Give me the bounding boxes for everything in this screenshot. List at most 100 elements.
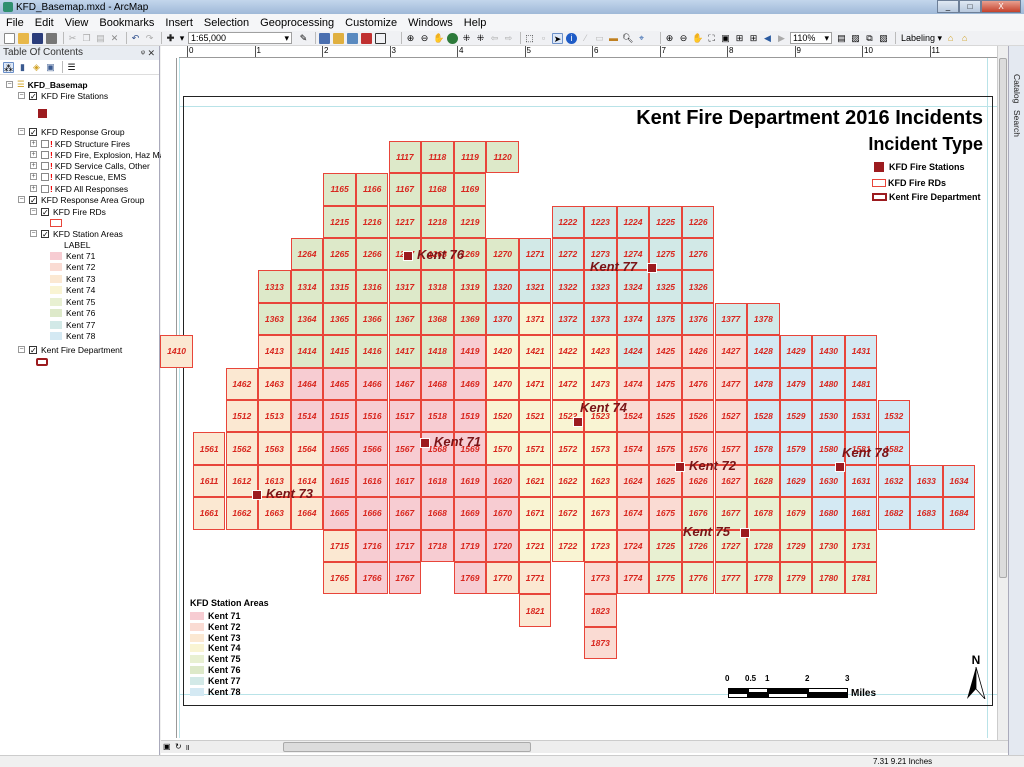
fire-rd-1573[interactable]: 1573 [584,432,617,465]
identify-icon[interactable]: i [566,32,577,44]
fire-rd-1473[interactable]: 1473 [584,367,617,400]
fire-rd-1622[interactable]: 1622 [551,464,585,498]
fire-rd-1821[interactable]: 1821 [518,594,552,627]
fire-rd-1615[interactable]: 1615 [323,464,356,498]
search-tab[interactable]: Search [1012,108,1022,139]
change-layout-icon[interactable]: ⧉ [864,33,875,44]
zoom-out-icon[interactable]: ⊖ [419,33,430,44]
fire-rd-1468[interactable]: 1468 [421,367,454,400]
fire-rd-1363[interactable]: 1363 [258,302,291,336]
layout-zoom-in-icon[interactable]: ⊕ [664,33,675,44]
catalog-tab[interactable]: Catalog [1012,72,1022,105]
fire-rd-1417[interactable]: 1417 [388,335,422,368]
toc-layer[interactable]: +! KFD Structure Fires [30,138,130,149]
fire-rd-1425[interactable]: 1425 [649,335,682,368]
fire-rd-1518[interactable]: 1518 [421,400,454,433]
layout-back-icon[interactable]: ◀ [762,33,773,44]
fire-rd-1729[interactable]: 1729 [779,529,813,562]
fire-rd-1318[interactable]: 1318 [421,270,454,303]
fire-rd-1619[interactable]: 1619 [453,464,487,498]
fire-rd-1477[interactable]: 1477 [714,367,748,400]
fire-rd-1226[interactable]: 1226 [681,205,715,238]
vertical-scroll-thumb[interactable] [999,58,1007,578]
pan-icon[interactable]: ✋ [433,33,444,44]
layer-checkbox[interactable]: ✓ [29,195,37,204]
fire-rd-1469[interactable]: 1469 [453,367,487,400]
toc-layer[interactable]: − ✓ Kent Fire Department [18,344,122,355]
fire-rd-1574[interactable]: 1574 [616,432,650,465]
fire-rd-1532[interactable]: 1532 [877,400,911,433]
fire-rd-1631[interactable]: 1631 [844,464,878,498]
fire-rd-1514[interactable]: 1514 [290,400,324,433]
pin-icon[interactable]: ᵠ [141,48,145,58]
fire-rd-1873[interactable]: 1873 [584,626,617,660]
menu-bookmarks[interactable]: Bookmarks [99,17,154,29]
fire-rd-1423[interactable]: 1423 [584,335,617,368]
fire-rd-1561[interactable]: 1561 [192,432,226,465]
fire-rd-1478[interactable]: 1478 [747,367,780,400]
fire-rd-1665[interactable]: 1665 [323,497,356,530]
fire-rd-1526[interactable]: 1526 [681,400,715,433]
fire-rd-1666[interactable]: 1666 [355,497,389,530]
fire-rd-1565[interactable]: 1565 [323,432,356,465]
close-button[interactable]: X [981,0,1021,13]
fire-rd-1218[interactable]: 1218 [421,205,454,238]
fire-rd-1271[interactable]: 1271 [518,238,552,271]
expand-icon[interactable]: + [30,162,37,169]
fire-station-marker[interactable] [573,417,583,427]
redo-icon[interactable]: ↷ [144,33,155,44]
fire-rd-1377[interactable]: 1377 [714,302,748,336]
focus-data-frame-icon[interactable]: ▨ [850,33,861,44]
fire-rd-1429[interactable]: 1429 [779,335,813,368]
select-elements-icon[interactable]: ➤ [552,32,563,44]
fire-rd-1372[interactable]: 1372 [551,302,585,336]
fire-rd-1168[interactable]: 1168 [421,173,454,206]
fire-rd-1728[interactable]: 1728 [747,529,780,562]
fire-rd-1222[interactable]: 1222 [551,205,585,238]
fire-rd-1371[interactable]: 1371 [518,302,552,336]
collapse-icon[interactable]: − [18,196,25,203]
hyperlink-icon[interactable]: ⁄ [580,33,591,44]
fire-rd-1119[interactable]: 1119 [453,140,487,174]
fire-rd-1216[interactable]: 1216 [355,205,389,238]
fire-rd-1527[interactable]: 1527 [714,400,748,433]
expand-icon[interactable]: + [30,173,37,180]
fire-rd-1316[interactable]: 1316 [355,270,389,303]
fire-rd-1272[interactable]: 1272 [551,238,585,271]
expand-icon[interactable]: + [30,185,37,192]
fire-rd-1531[interactable]: 1531 [844,400,878,433]
layer-checkbox[interactable]: ✓ [29,345,37,354]
fire-rd-1628[interactable]: 1628 [747,464,780,498]
go-to-xy-icon[interactable]: ⌖ [636,33,647,44]
collapse-icon[interactable]: − [18,128,25,135]
fire-station-marker[interactable] [647,263,657,273]
fire-rd-1563[interactable]: 1563 [258,432,291,465]
fire-rd-1777[interactable]: 1777 [714,562,748,595]
fire-rd-1367[interactable]: 1367 [388,302,422,336]
fire-station-marker[interactable] [252,490,262,500]
editor-icon[interactable]: ✎ [298,33,309,44]
fire-rd-1634[interactable]: 1634 [942,464,976,498]
fire-rd-1673[interactable]: 1673 [584,497,617,530]
fire-rd-1571[interactable]: 1571 [518,432,552,465]
fire-rd-1167[interactable]: 1167 [388,173,422,206]
fire-rd-1774[interactable]: 1774 [616,562,650,595]
fire-rd-1724[interactable]: 1724 [616,529,650,562]
fire-rd-1525[interactable]: 1525 [649,400,682,433]
fire-rd-1775[interactable]: 1775 [649,562,682,595]
toc-class[interactable]: Kent 72 [50,262,95,273]
toc-data-frame[interactable]: − ☰ KFD_Basemap [6,79,88,90]
fire-rd-1414[interactable]: 1414 [290,335,324,368]
toggle-draft-mode-icon[interactable]: ▤ [836,33,847,44]
fire-rd-1678[interactable]: 1678 [747,497,780,530]
minimize-button[interactable]: _ [937,0,959,13]
fire-rd-1570[interactable]: 1570 [486,432,519,465]
toc-layer[interactable]: − ✓ KFD Fire Stations [18,90,108,101]
fire-rd-1325[interactable]: 1325 [649,270,682,303]
fire-rd-1683[interactable]: 1683 [910,497,943,530]
fire-rd-1373[interactable]: 1373 [584,302,617,336]
add-data-icon[interactable]: ✚ [165,33,176,44]
fire-rd-1476[interactable]: 1476 [681,367,715,400]
list-by-drawing-order-icon[interactable]: ⁂ [3,61,14,73]
fire-station-marker[interactable] [675,462,685,472]
